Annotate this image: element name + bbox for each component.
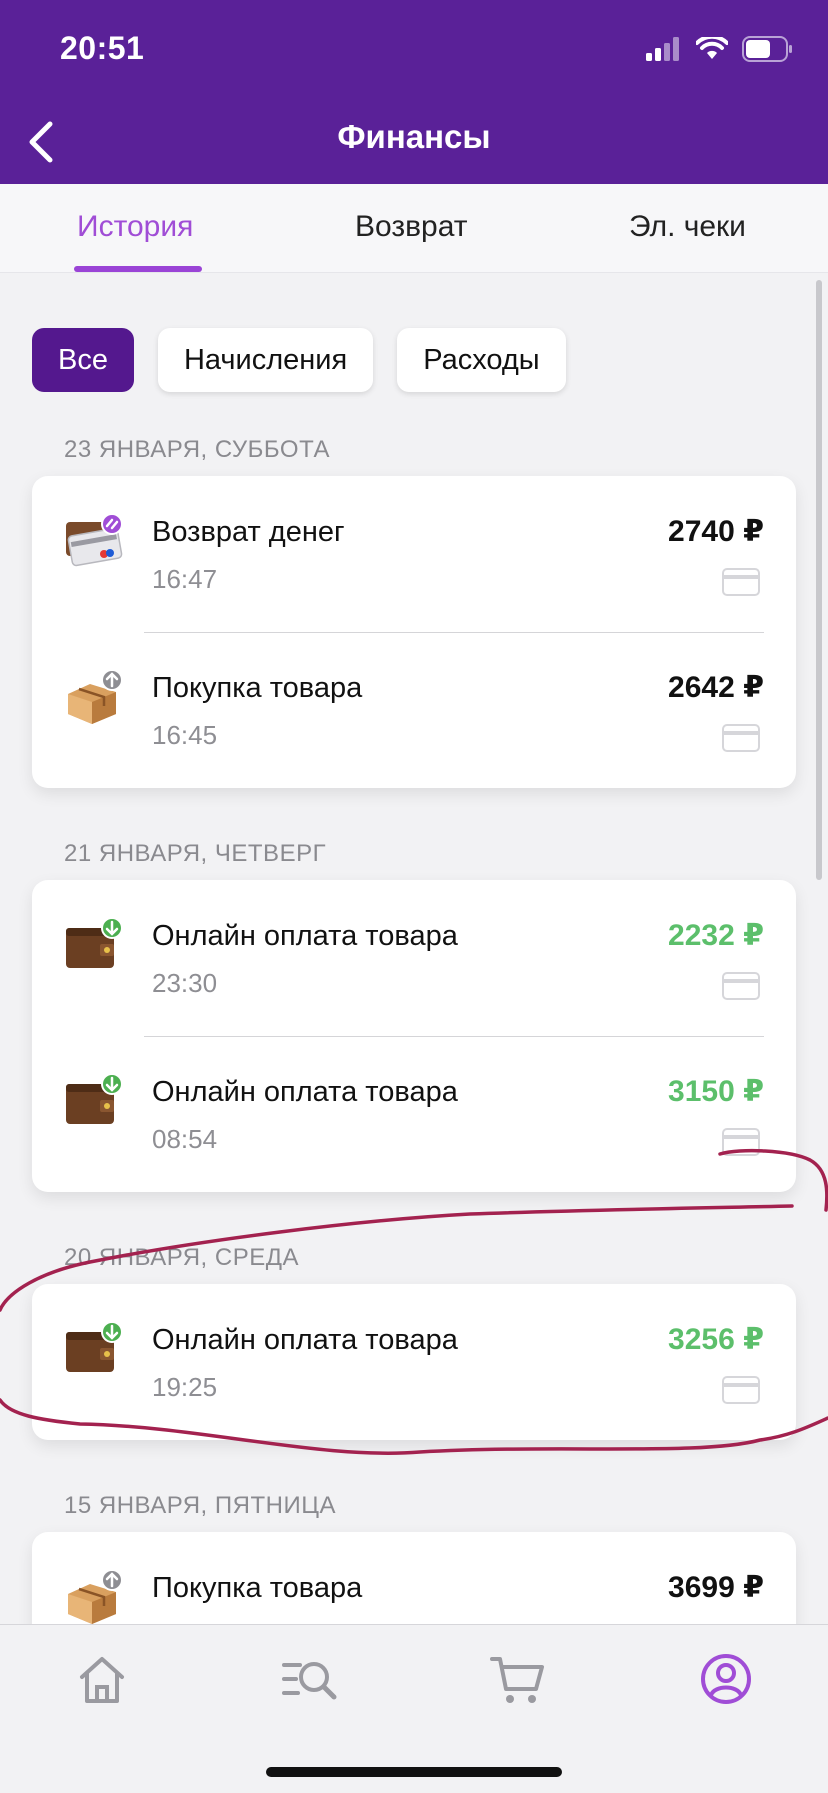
tab-returns[interactable]: Возврат: [355, 210, 468, 244]
transaction-row[interactable]: Покупка товара 16:45 2642 ₽: [32, 632, 796, 788]
date-header: 21 ЯНВАРЯ, ЧЕТВЕРГ: [64, 840, 327, 867]
transaction-card: Возврат денег 16:47 2740 ₽ Покупка товар…: [32, 476, 796, 788]
payment-card-icon: [722, 1376, 760, 1404]
payment-card-icon: [722, 568, 760, 596]
wifi-icon: [696, 37, 728, 59]
date-header: 15 ЯНВАРЯ, ПЯТНИЦА: [64, 1492, 336, 1519]
transaction-time: 16:45: [152, 720, 218, 750]
cellular-signal-icon: [646, 37, 679, 61]
refund-card-icon: [66, 514, 123, 567]
transaction-title: Онлайн оплата товара: [152, 1076, 458, 1108]
transaction-time: 19:25: [152, 1372, 218, 1402]
transaction-row[interactable]: Возврат денег 16:47 2740 ₽: [32, 476, 796, 632]
app-header: 20:51 Финансы: [0, 0, 828, 184]
transaction-amount: 2642 ₽: [668, 671, 764, 704]
bottom-tab-bar: [0, 1624, 828, 1793]
transaction-title: Возврат денег: [152, 516, 345, 548]
payment-card-icon: [722, 724, 760, 752]
transaction-row[interactable]: Онлайн оплата товара 23:30 2232 ₽: [32, 880, 796, 1036]
catalog-search-icon[interactable]: [280, 1649, 340, 1709]
wallet-icon: [66, 1322, 123, 1372]
home-indicator: [266, 1767, 562, 1777]
tab-e-receipts[interactable]: Эл. чеки: [629, 210, 746, 244]
transaction-row[interactable]: Покупка товара 3699 ₽: [32, 1532, 796, 1624]
date-header: 23 ЯНВАРЯ, СУББОТА: [64, 436, 330, 463]
filter-chips: Все Начисления Расходы: [32, 328, 566, 392]
transaction-title: Покупка товара: [152, 1572, 363, 1604]
transaction-amount: 2740 ₽: [668, 515, 764, 548]
transaction-card: Онлайн оплата товара 19:25 3256 ₽: [32, 1284, 796, 1440]
filter-expenses-chip[interactable]: Расходы: [397, 328, 566, 392]
transaction-title: Покупка товара: [152, 672, 363, 704]
transaction-time: 08:54: [152, 1124, 218, 1154]
payment-card-icon: [722, 972, 760, 1000]
transaction-amount: 2232 ₽: [668, 919, 764, 952]
transaction-row[interactable]: Онлайн оплата товара 08:54 3150 ₽: [32, 1036, 796, 1192]
filter-credits-chip[interactable]: Начисления: [157, 328, 374, 392]
scrollbar[interactable]: [816, 280, 822, 880]
status-icons: [646, 34, 794, 64]
payment-card-icon: [722, 1128, 760, 1156]
battery-icon: [742, 36, 792, 62]
home-icon[interactable]: [72, 1649, 132, 1709]
cart-icon[interactable]: [488, 1649, 548, 1709]
transaction-title: Онлайн оплата товара: [152, 1324, 458, 1356]
transaction-amount: 3150 ₽: [668, 1075, 764, 1108]
transaction-amount: 3256 ₽: [668, 1323, 764, 1356]
profile-icon[interactable]: [696, 1649, 756, 1709]
filter-all-chip[interactable]: Все: [32, 328, 134, 392]
tab-history[interactable]: История: [77, 210, 193, 244]
transaction-time: 23:30: [152, 968, 218, 998]
transaction-card: Покупка товара 3699 ₽: [32, 1532, 796, 1624]
wallet-icon: [66, 1074, 123, 1124]
segment-tabs: История Возврат Эл. чеки: [0, 184, 828, 273]
transaction-amount: 3699 ₽: [668, 1571, 764, 1604]
transaction-title: Онлайн оплата товара: [152, 920, 458, 952]
date-header: 20 ЯНВАРЯ, СРЕДА: [64, 1244, 300, 1271]
status-time: 20:51: [60, 30, 145, 66]
transaction-row[interactable]: Онлайн оплата товара 19:25 3256 ₽: [32, 1284, 796, 1440]
transaction-history[interactable]: Все Начисления Расходы 23 ЯНВАРЯ, СУББОТ…: [0, 272, 828, 1624]
parcel-box-icon: [68, 670, 123, 724]
transaction-time: 16:47: [152, 564, 218, 594]
parcel-box-icon: [68, 1570, 123, 1624]
transaction-card: Онлайн оплата товара 23:30 2232 ₽ Онлайн…: [32, 880, 796, 1192]
wallet-icon: [66, 918, 123, 968]
page-title: Финансы: [337, 118, 491, 155]
